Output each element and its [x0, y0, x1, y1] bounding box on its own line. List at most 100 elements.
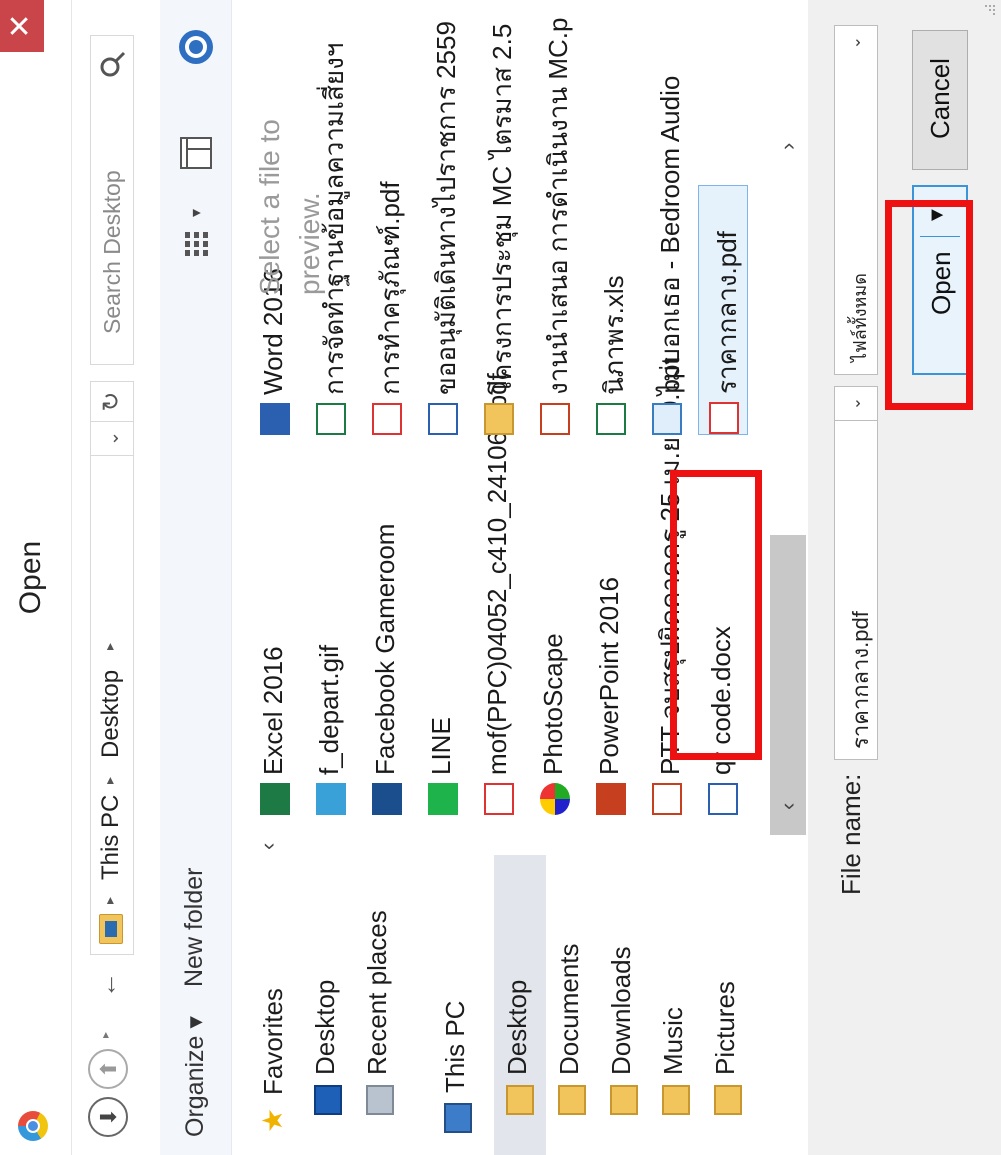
chevron-down-icon: ⌄ — [847, 396, 864, 411]
dialog-footer: File name: ราคากลาง.pdf ⌄ ไฟล์ทั้งหมด ⌄ … — [808, 0, 1001, 1155]
organize-button[interactable]: Organize ▾ — [180, 1016, 210, 1137]
new-folder-button[interactable]: New folder — [180, 868, 209, 988]
help-icon[interactable] — [176, 27, 216, 67]
powerpoint-shortcut-icon — [596, 783, 626, 815]
pictures-folder-icon — [714, 1085, 742, 1115]
folder-shortcut-icon — [484, 403, 514, 435]
nav-item-label: Desktop — [502, 979, 532, 1075]
nav-item-downloads[interactable]: Downloads — [598, 855, 650, 1155]
downloads-folder-icon — [610, 1085, 638, 1115]
file-item[interactable]: ขออนุมัติเดินทางไปราชการ 2559 — [418, 21, 468, 435]
file-item[interactable]: การทำครุภัณฑ์.pdf — [362, 95, 412, 435]
filename-dropdown[interactable]: ⌄ — [834, 386, 878, 420]
file-item[interactable]: f_depart.gif — [306, 455, 356, 815]
arrow-up-circle-icon: ⬆ — [96, 1059, 121, 1079]
filename-field[interactable]: ราคากลาง.pdf — [834, 420, 878, 760]
excel-shortcut-icon — [260, 783, 290, 815]
nav-item-label: Favorites — [258, 988, 288, 1095]
filename-value: ราคากลาง.pdf — [848, 611, 873, 749]
file-name: PowerPoint 2016 — [594, 576, 624, 775]
highlight-open-button — [885, 200, 973, 410]
file-item[interactable]: งานนำเสนอ การดำเนินงาน MC.p — [530, 18, 580, 435]
refresh-button[interactable]: ↻ — [90, 381, 134, 421]
file-item[interactable]: LINE — [418, 455, 468, 815]
file-type-select[interactable]: ไฟล์ทั้งหมด ⌄ — [834, 25, 878, 375]
nav-item-favorites[interactable]: ★ Favorites — [250, 855, 302, 1155]
scroll-arrow-icon[interactable]: ‹ — [255, 843, 281, 850]
nav-item-this-pc[interactable]: This PC — [432, 855, 484, 1155]
nav-item-desktop[interactable]: Desktop — [494, 855, 546, 1155]
close-icon: ✕ — [4, 13, 37, 39]
file-name: Excel 2016 — [258, 646, 288, 775]
chevron-icon: ▸ — [98, 1031, 112, 1039]
breadcrumb-desktop[interactable]: Desktop — [97, 670, 125, 758]
scrollbar-thumb[interactable] — [770, 535, 806, 835]
audio-shortcut-icon — [652, 403, 682, 435]
view-options-dropdown-icon[interactable]: ▾ — [186, 209, 206, 217]
file-name: งานนำเสนอ การดำเนินงาน MC.p — [543, 17, 573, 395]
cancel-button-label: Cancel — [925, 58, 955, 139]
breadcrumb-separator-icon[interactable]: ▸ — [101, 777, 118, 784]
resize-grip-icon[interactable] — [983, 3, 997, 17]
file-item[interactable]: Excel 2016 — [250, 455, 300, 815]
file-type-value: ไฟล์ทั้งหมด — [850, 273, 870, 362]
open-file-dialog: Open ✕ ⬇ ⬆ ▸ ← ▸ This PC ▸ Desktop ▸ ⌄ ↻… — [0, 0, 1001, 1155]
preview-pane-icon[interactable] — [178, 135, 214, 171]
file-item[interactable]: นิภาพร.xls — [586, 95, 636, 435]
address-bar[interactable]: ▸ This PC ▸ Desktop ▸ — [90, 455, 134, 955]
file-name: f_depart.gif — [314, 644, 344, 775]
search-placeholder: Search Desktop — [99, 170, 125, 334]
preview-message: Select a file to preview. — [254, 119, 325, 295]
file-item[interactable]: โครงการประชุม MC ไตรมาส 2.5 — [474, 24, 524, 435]
file-name: การทำครุภัณฑ์.pdf — [375, 181, 405, 395]
music-folder-icon — [662, 1085, 690, 1115]
view-options-icon[interactable] — [180, 228, 212, 260]
nav-item-label: This PC — [440, 1000, 470, 1093]
app-shortcut-icon — [372, 783, 402, 815]
nav-item-music[interactable]: Music — [650, 855, 702, 1155]
file-item[interactable]: Facebook Gameroom — [362, 455, 412, 815]
computer-icon — [444, 1103, 472, 1133]
nav-item-label: Recent places — [362, 910, 392, 1075]
nav-item-recent-places[interactable]: Recent places — [354, 855, 406, 1155]
search-icon[interactable] — [97, 48, 129, 80]
nav-item-documents[interactable]: Documents — [546, 855, 598, 1155]
cancel-button[interactable]: Cancel — [912, 30, 968, 170]
up-folder-button[interactable]: ← — [92, 967, 124, 1003]
refresh-icon: ↻ — [98, 391, 125, 412]
file-name: Facebook Gameroom — [370, 523, 400, 775]
forward-button[interactable]: ⬆ — [88, 1049, 128, 1089]
file-name: นิภาพร.xls — [599, 275, 629, 395]
arrow-down-circle-icon: ⬇ — [96, 1107, 121, 1127]
breadcrumb-separator-icon[interactable]: ▸ — [101, 897, 118, 904]
ppt-icon — [652, 783, 682, 815]
close-button[interactable]: ✕ — [0, 0, 44, 52]
file-name: ขออนุมัติเดินทางไปราชการ 2559 — [431, 21, 461, 395]
back-button[interactable]: ⬇ — [88, 1097, 128, 1137]
excel-file-icon — [316, 403, 346, 435]
scroll-left-arrow-icon[interactable]: ‹ — [775, 803, 801, 810]
desktop-icon — [314, 1085, 342, 1115]
breadcrumb-separator-icon[interactable]: ▸ — [101, 643, 118, 650]
nav-item-pictures[interactable]: Pictures — [702, 855, 754, 1155]
scroll-right-arrow-icon[interactable]: › — [775, 143, 801, 150]
chevron-down-icon: ⌄ — [102, 430, 122, 447]
nav-item-desktop-favorite[interactable]: Desktop — [302, 855, 354, 1155]
arrow-left-icon: ← — [92, 972, 122, 998]
recent-locations-dropdown[interactable]: ▸ — [98, 1027, 118, 1043]
file-item[interactable]: PhotoScape — [530, 455, 580, 815]
breadcrumb-this-pc[interactable]: This PC — [97, 795, 125, 880]
desktop-folder-icon — [506, 1085, 534, 1115]
pdf-icon — [484, 783, 514, 815]
star-icon: ★ — [257, 1107, 288, 1133]
file-item-selected[interactable]: ราคากลาง.pdf — [698, 185, 748, 435]
word-doc-icon — [708, 783, 738, 815]
file-item[interactable]: ไม่บอกเธอ - Bedroom Audio — [642, 76, 692, 435]
address-history-dropdown[interactable]: ⌄ — [90, 421, 134, 455]
navigation-pane: ★ Favorites Desktop Recent places This P… — [232, 835, 807, 1155]
file-item[interactable]: PowerPoint 2016 — [586, 455, 636, 815]
search-input[interactable]: Search Desktop — [90, 35, 134, 365]
line-shortcut-icon — [428, 783, 458, 815]
file-item[interactable]: mof(PPC)04052_c410_241060.pdf — [474, 373, 524, 815]
word-doc-icon — [428, 403, 458, 435]
